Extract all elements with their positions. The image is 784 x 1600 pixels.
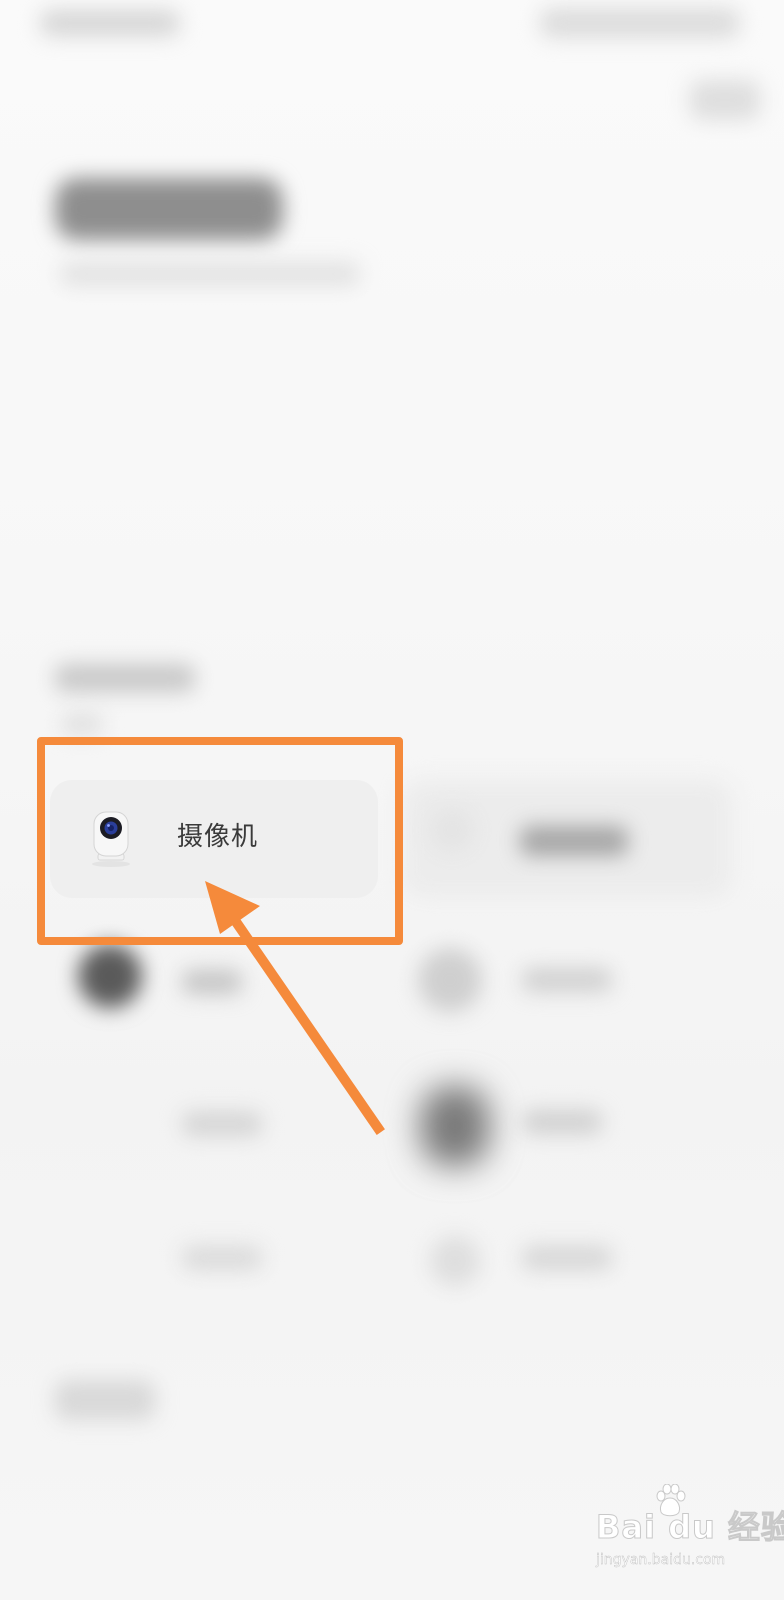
paw-icon (656, 1484, 686, 1517)
baidu-watermark: Bai du 经验 jingyan.baidu.com (596, 1484, 784, 1584)
watermark-url: jingyan.baidu.com (596, 1552, 726, 1568)
app-screen: 摄像机 Bai du 经验 jingyan.baidu.com (0, 0, 784, 1600)
watermark-logo-text: Bai du 经验 (596, 1508, 784, 1547)
arrow-annotation (205, 881, 385, 1135)
